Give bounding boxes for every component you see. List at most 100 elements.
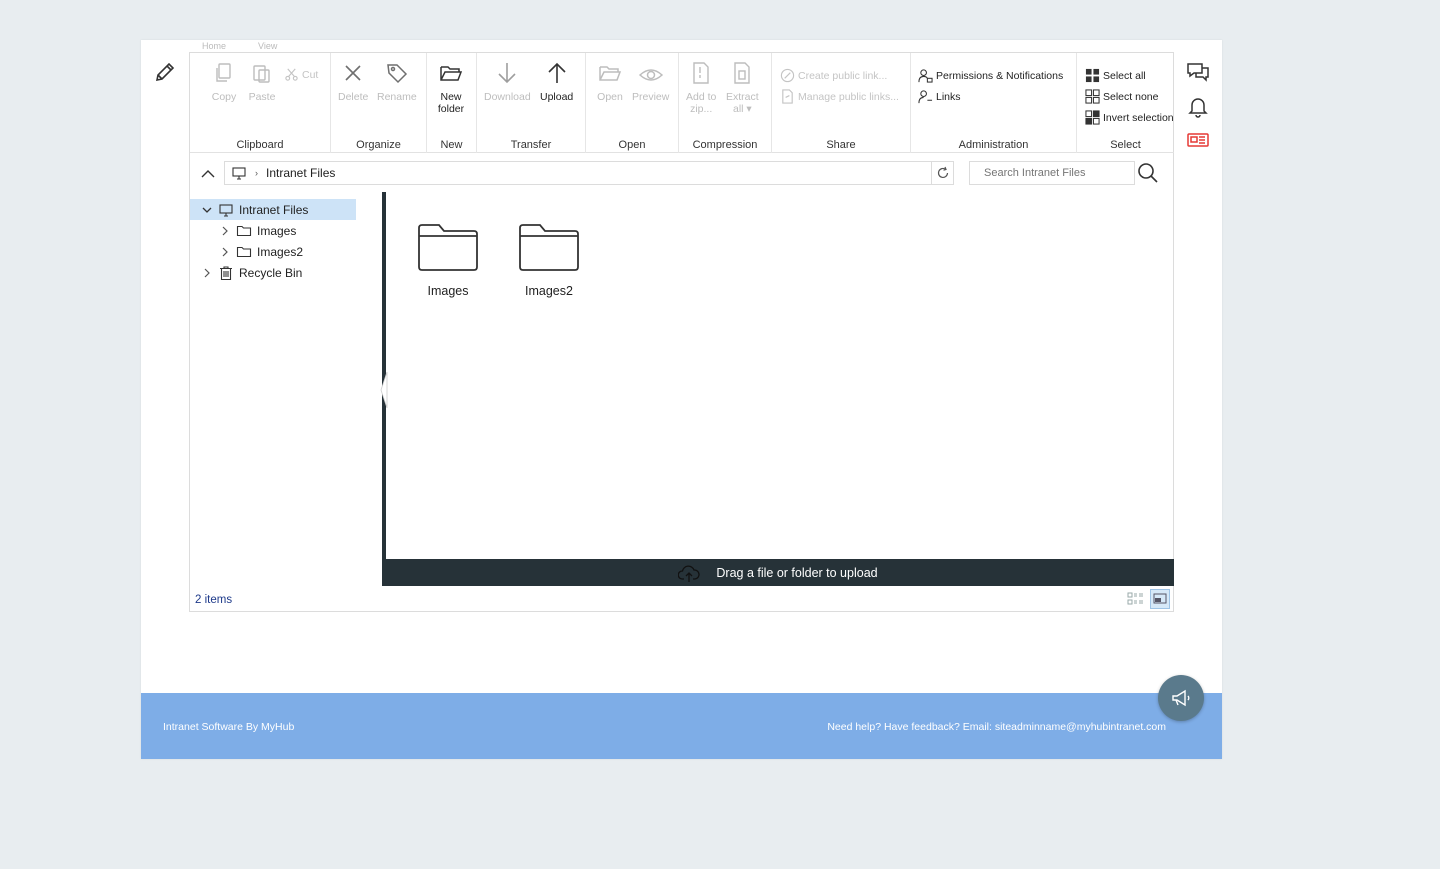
large-icons-view-icon[interactable] — [1150, 589, 1170, 609]
refresh-button[interactable] — [932, 161, 954, 185]
tree-item-intranet-files[interactable]: Intranet Files — [190, 199, 356, 220]
ribbon: Copy Paste Cut Clipboard Delete Rename O… — [190, 53, 1174, 153]
new-folder-button[interactable]: New folder — [437, 59, 465, 115]
details-view-icon[interactable] — [1126, 589, 1146, 609]
rename-button[interactable]: Rename — [377, 59, 417, 103]
footer-help[interactable]: Need help? Have feedback? Email: siteadm… — [827, 721, 1166, 733]
compression-title: Compression — [692, 139, 758, 151]
tree-item-images2[interactable]: Images2 — [190, 241, 362, 262]
collapse-handle-icon[interactable] — [380, 372, 388, 408]
manage-public-links-button[interactable]: Manage public links... — [780, 89, 899, 104]
breadcrumb[interactable]: › Intranet Files — [224, 161, 932, 185]
chevron-right-icon[interactable] — [218, 224, 232, 238]
select-none-button[interactable]: Select none — [1085, 89, 1158, 104]
administration-title: Administration — [958, 139, 1029, 151]
zip-file-icon — [693, 62, 709, 84]
copy-label: Copy — [211, 91, 237, 103]
group-new: New folder New — [427, 53, 477, 153]
arrow-down-icon — [498, 63, 516, 84]
invert-selection-icon — [1085, 110, 1100, 125]
create-public-link-label: Create public link... — [798, 69, 888, 82]
upload-dropzone[interactable]: Drag a file or folder to upload — [382, 559, 1174, 586]
announcement-button[interactable] — [1158, 675, 1204, 721]
preview-label: Preview — [632, 91, 670, 103]
paste-icon — [253, 65, 270, 83]
download-button[interactable]: Download — [484, 59, 531, 103]
footer: Intranet Software By MyHub Need help? Ha… — [141, 693, 1222, 759]
open-label: Open — [597, 91, 623, 103]
news-icon[interactable] — [1184, 126, 1212, 154]
select-all-label: Select all — [1103, 69, 1146, 82]
group-organize: Delete Rename Organize — [331, 53, 427, 153]
bell-icon[interactable] — [1184, 92, 1212, 120]
new-title: New — [440, 139, 463, 151]
group-transfer: Download Upload Transfer — [477, 53, 586, 153]
delete-label: Delete — [338, 91, 369, 103]
add-to-zip-label-1: Add to — [686, 91, 717, 103]
preview-button[interactable]: Preview — [632, 59, 669, 103]
computer-icon — [232, 167, 246, 180]
manage-public-links-label: Manage public links... — [798, 90, 899, 103]
refresh-icon — [937, 166, 948, 179]
users-lock-icon — [918, 69, 933, 83]
upload-label: Upload — [540, 91, 574, 103]
organize-title: Organize — [356, 139, 401, 151]
megaphone-icon — [1172, 689, 1190, 707]
tree-item-images[interactable]: Images — [190, 220, 362, 241]
open-button[interactable]: Open — [596, 59, 624, 103]
file-explorer: Home View Copy Paste Cut Clipboard Delet… — [189, 41, 1174, 613]
add-to-zip-label-2: zip... — [690, 103, 713, 115]
content-pane: Images Images2 — [380, 192, 1174, 586]
upload-button[interactable]: Upload — [540, 59, 573, 103]
group-open: Open Preview Open — [586, 53, 679, 153]
chevron-down-icon[interactable] — [200, 203, 214, 217]
group-share: Create public link... Manage public link… — [772, 53, 911, 153]
extract-all-button[interactable]: Extract all ▾ — [726, 59, 759, 115]
breadcrumb-current[interactable]: Intranet Files — [266, 166, 335, 180]
paste-button[interactable]: Paste — [248, 59, 276, 103]
extract-all-label-2: all ▾ — [732, 103, 752, 115]
folder-tile-images[interactable]: Images — [408, 222, 488, 298]
copy-icon — [216, 63, 231, 82]
arrow-up-icon — [548, 62, 566, 83]
eye-icon — [638, 69, 663, 81]
folder-tile-images2[interactable]: Images2 — [509, 222, 589, 298]
add-to-zip-button[interactable]: Add to zip... — [686, 59, 716, 115]
chevron-up-icon[interactable] — [198, 164, 218, 184]
folder-icon — [236, 246, 252, 257]
cut-button[interactable]: Cut — [284, 67, 318, 82]
dropzone-label: Drag a file or folder to upload — [716, 565, 878, 580]
trash-icon — [220, 265, 232, 280]
invert-selection-button[interactable]: Invert selection — [1085, 110, 1174, 125]
copy-button[interactable]: Copy — [210, 59, 238, 103]
invert-selection-label: Invert selection — [1103, 111, 1174, 124]
tree-item-recycle-bin[interactable]: Recycle Bin — [190, 262, 362, 283]
folder-icon — [418, 224, 478, 271]
group-clipboard: Copy Paste Cut Clipboard — [190, 53, 331, 153]
group-compression: Add to zip... Extract all ▾ Compression — [679, 53, 772, 153]
close-icon — [345, 65, 361, 81]
tab-home[interactable]: Home — [202, 41, 226, 51]
pencil-icon[interactable] — [153, 60, 177, 84]
status-bar: 2 items — [190, 586, 1174, 613]
tab-view[interactable]: View — [258, 41, 277, 51]
select-all-button[interactable]: Select all — [1085, 68, 1146, 83]
group-select: Select all Select none Invert selection … — [1077, 53, 1174, 153]
tag-icon — [386, 64, 407, 84]
folder-icon — [519, 224, 579, 271]
search-input[interactable] — [969, 161, 1135, 185]
tree-label: Images2 — [257, 244, 304, 259]
open-title: Open — [618, 139, 646, 151]
folder-open-icon — [440, 66, 463, 81]
chevron-right-icon[interactable] — [200, 266, 214, 280]
links-button[interactable]: Links — [918, 89, 961, 104]
chat-icon[interactable] — [1184, 58, 1212, 86]
search-icon[interactable] — [1136, 161, 1160, 185]
delete-button[interactable]: Delete — [338, 59, 368, 103]
share-title: Share — [826, 139, 856, 151]
footer-credit: Intranet Software By MyHub — [163, 721, 295, 733]
permissions-button[interactable]: Permissions & Notifications — [918, 68, 1063, 83]
create-public-link-button[interactable]: Create public link... — [780, 68, 887, 83]
folder-icon — [236, 225, 252, 236]
chevron-right-icon[interactable] — [218, 245, 232, 259]
